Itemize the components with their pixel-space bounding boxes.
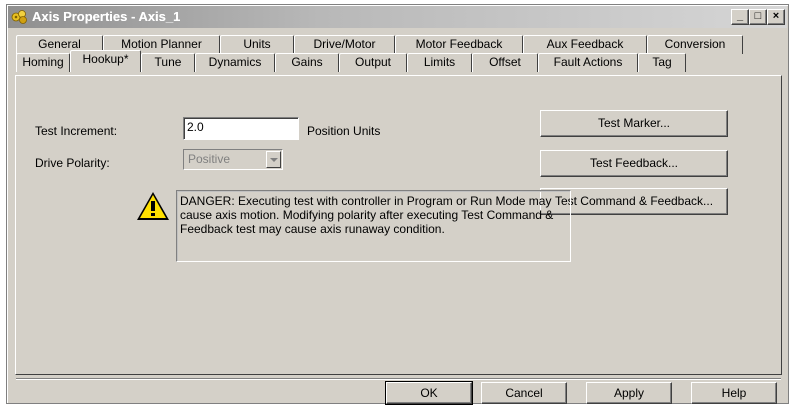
drive-polarity-select[interactable]: Positive bbox=[183, 149, 283, 170]
drive-polarity-value: Positive bbox=[188, 152, 231, 166]
test-feedback-button[interactable]: Test Feedback... bbox=[540, 150, 728, 177]
position-units-label: Position Units bbox=[307, 124, 381, 138]
danger-message: DANGER: Executing test with controller i… bbox=[176, 190, 571, 262]
tab-gains[interactable]: Gains bbox=[275, 53, 339, 72]
drive-polarity-label: Drive Polarity: bbox=[35, 156, 110, 170]
tab-homing[interactable]: Homing bbox=[16, 53, 70, 72]
footer-divider bbox=[16, 378, 781, 380]
tab-limits[interactable]: Limits bbox=[407, 53, 472, 72]
help-button[interactable]: Help bbox=[691, 382, 777, 404]
test-increment-input[interactable]: 2.0 bbox=[183, 117, 299, 140]
apply-button[interactable]: Apply bbox=[586, 382, 672, 404]
maximize-button[interactable]: □ bbox=[749, 9, 767, 25]
tab-tag[interactable]: Tag bbox=[638, 53, 686, 72]
warning-icon bbox=[137, 192, 169, 220]
tab-fault-actions[interactable]: Fault Actions bbox=[538, 53, 638, 72]
tab-output[interactable]: Output bbox=[339, 53, 407, 72]
hookup-panel: Test Increment: 2.0 Position Units Drive… bbox=[15, 75, 782, 375]
test-increment-label: Test Increment: bbox=[35, 124, 118, 138]
axis-properties-window: Axis Properties - Axis_1 _ □ × General M… bbox=[6, 4, 789, 405]
tab-drive-motor[interactable]: Drive/Motor bbox=[294, 35, 395, 54]
app-icon bbox=[11, 10, 27, 24]
cancel-button[interactable]: Cancel bbox=[481, 382, 567, 404]
tab-offset[interactable]: Offset bbox=[472, 53, 538, 72]
chevron-down-icon[interactable] bbox=[266, 151, 281, 168]
tab-strip: General Motion Planner Units Drive/Motor… bbox=[16, 35, 781, 75]
ok-button[interactable]: OK bbox=[385, 381, 473, 405]
tab-units[interactable]: Units bbox=[220, 35, 294, 54]
tab-dynamics[interactable]: Dynamics bbox=[195, 53, 275, 72]
tab-hookup[interactable]: Hookup* bbox=[70, 50, 141, 72]
minimize-button[interactable]: _ bbox=[731, 9, 749, 25]
tab-motor-feedback[interactable]: Motor Feedback bbox=[395, 35, 523, 54]
test-marker-button[interactable]: Test Marker... bbox=[540, 110, 728, 137]
tab-conversion[interactable]: Conversion bbox=[647, 35, 743, 54]
tab-tune[interactable]: Tune bbox=[141, 53, 195, 72]
tab-aux-feedback[interactable]: Aux Feedback bbox=[523, 35, 647, 54]
close-button[interactable]: × bbox=[767, 9, 785, 25]
window-title: Axis Properties - Axis_1 bbox=[32, 9, 181, 24]
title-bar[interactable]: Axis Properties - Axis_1 _ □ × bbox=[8, 6, 787, 28]
